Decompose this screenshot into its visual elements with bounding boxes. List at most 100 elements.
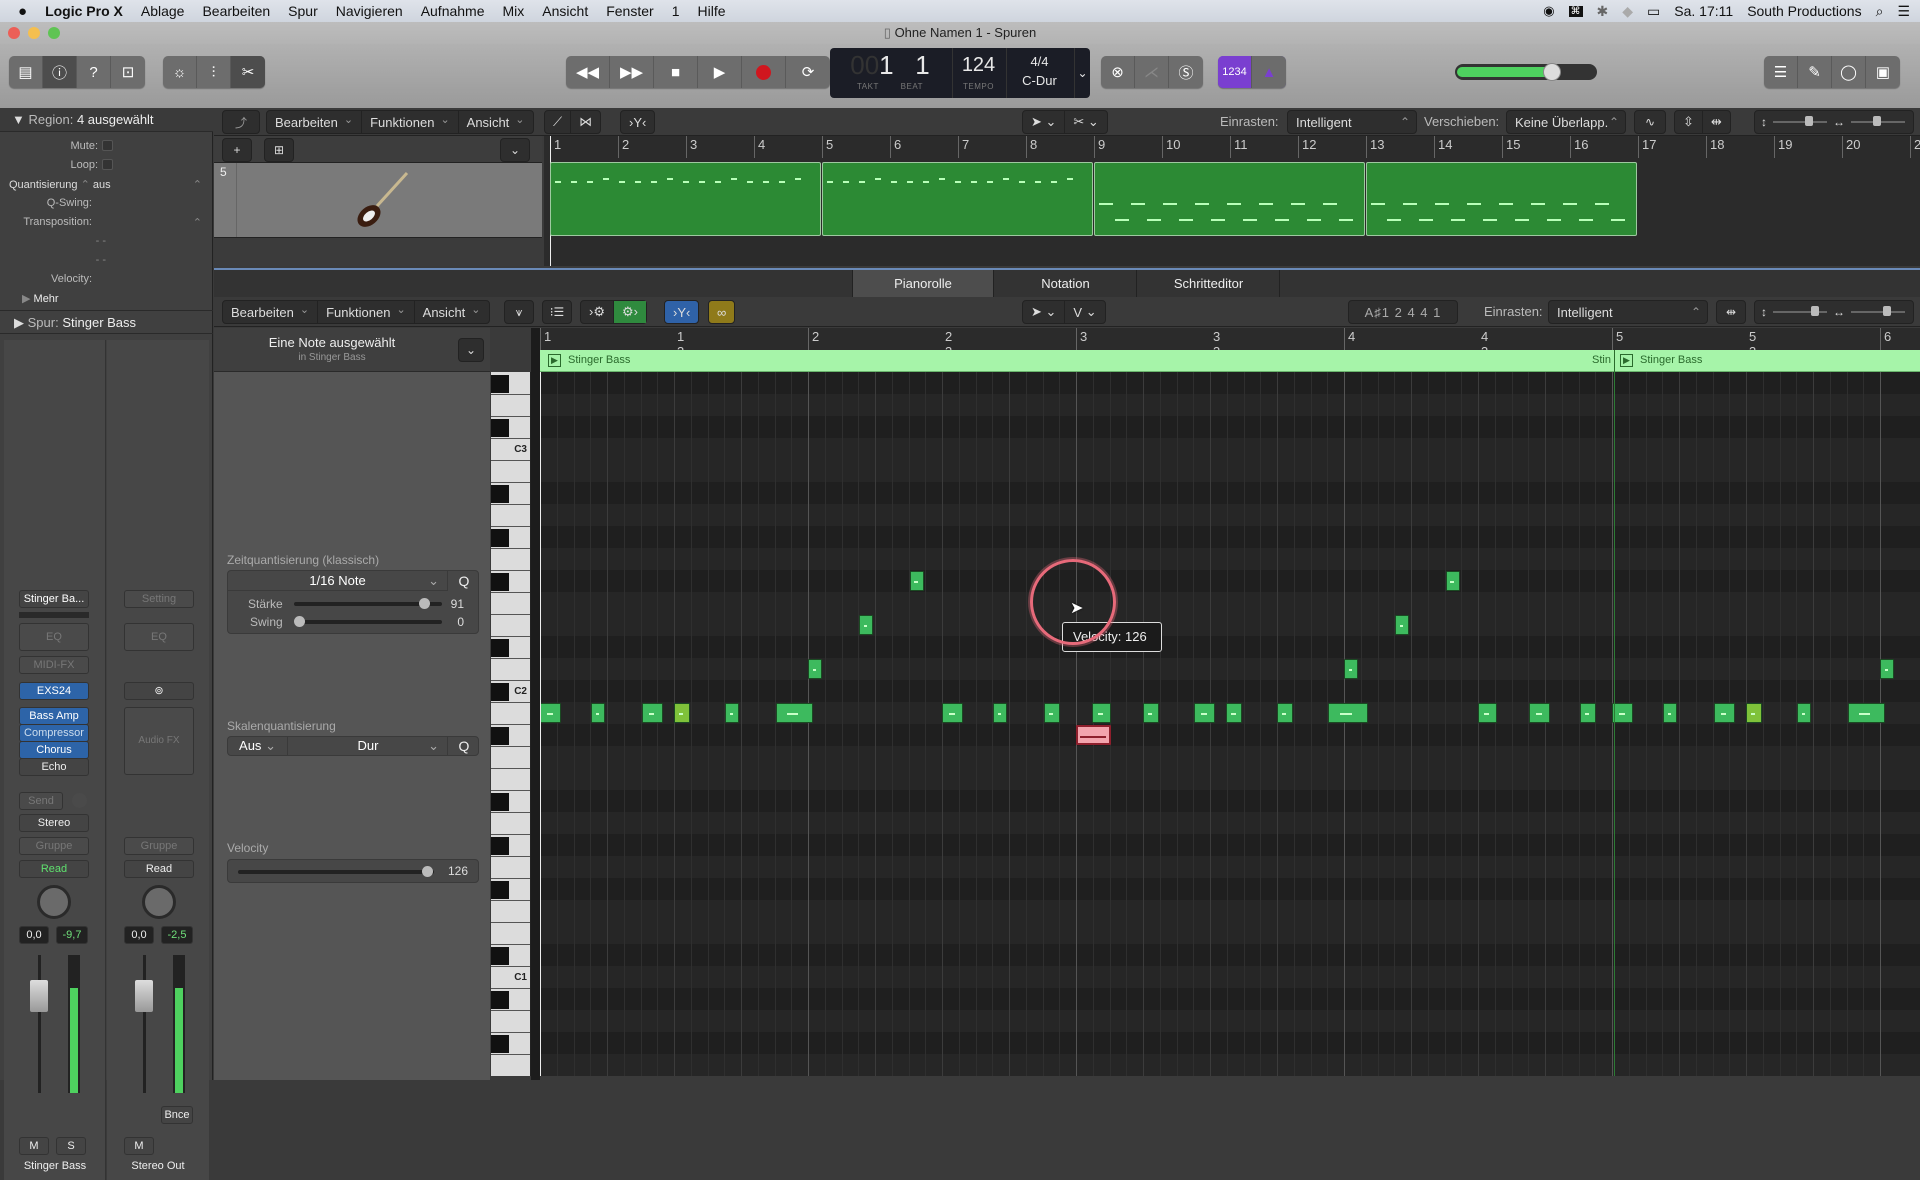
mute-checkbox[interactable] [102,140,113,151]
forward-button[interactable]: ▶▶ [610,56,654,88]
midi-note[interactable] [1662,703,1677,723]
midi-out-button[interactable]: ⚙› [613,301,646,323]
midi-note[interactable] [1092,703,1111,723]
peak-readout[interactable]: -9,7 [56,926,88,944]
play-button[interactable]: ▶ [698,56,742,88]
ruler-bar-10[interactable]: 10 [1162,136,1180,158]
inspector-button[interactable]: ⓘ [43,56,77,88]
menu-funktionen[interactable]: Funktionen [318,301,415,323]
menu-fenster[interactable]: Fenster [597,3,662,19]
ruler-bar-17[interactable]: 17 [1638,136,1656,158]
midi-note[interactable] [724,703,739,723]
smart-controls-button[interactable]: ☼ [163,56,197,88]
midi-region[interactable] [822,162,1093,236]
collapse-button[interactable]: ⩛ [504,300,534,324]
vpn-icon[interactable]: ◆ [1622,3,1633,20]
channel-name[interactable]: Stereo Out [107,1160,209,1172]
link-button[interactable]: ∞ [708,300,736,324]
menu-hilfe[interactable]: Hilfe [688,3,734,19]
midi-note[interactable] [1143,703,1160,723]
balance-knob[interactable] [142,885,176,919]
tab-pianorolle[interactable]: Pianorolle [852,270,994,297]
position-display[interactable]: 001 1 TAKT BEAT [830,48,950,98]
audio-fx-slot-3[interactable]: Chorus [19,741,89,759]
transposition-row[interactable]: Transposition: ⌃ [0,216,210,229]
automation-mode[interactable]: Read [19,860,89,878]
midi-note[interactable] [1478,703,1497,723]
group-slot[interactable]: Gruppe [19,837,89,855]
ruler-mark[interactable]: 3 [1076,328,1087,350]
quantize-button[interactable]: Q [449,571,479,591]
menu-ansicht[interactable]: Ansicht [533,3,597,19]
toolbar-toggle-button[interactable]: ⊡ [111,56,145,88]
black-key[interactable] [491,991,509,1009]
black-key[interactable] [491,793,509,811]
pan-knob[interactable] [37,885,71,919]
midi-region[interactable] [1366,162,1637,236]
midi-note[interactable] [942,703,964,723]
ruler-bar-19[interactable]: 19 [1774,136,1792,158]
zoom-sliders[interactable]: ↕ ↔ [1754,300,1914,324]
ruler-mark[interactable]: 6 [1880,328,1891,350]
tempo-display[interactable]: 124 TEMPO [952,48,1004,98]
region-play-icon[interactable]: ▶ [1620,354,1633,367]
waveform-zoom-button[interactable]: ∿ [1634,110,1666,134]
signature-display[interactable]: 4/4 C-Dur [1006,48,1072,98]
airplay-icon[interactable]: ▭ [1647,3,1660,20]
midi-note[interactable] [1193,703,1216,723]
midi-note[interactable] [992,703,1007,723]
midi-note[interactable] [909,571,924,591]
velocity-slider-knob[interactable] [421,866,433,877]
black-key[interactable] [491,419,509,437]
menu-navigieren[interactable]: Navigieren [327,3,412,19]
midi-in-button[interactable]: ›⚙ [581,301,614,323]
audio-fx-slot[interactable]: Audio FX [124,707,194,775]
menu-ansicht[interactable]: Ansicht [459,111,533,133]
ruler-bar-7[interactable]: 7 [958,136,969,158]
notification-center-icon[interactable]: ☰ [1897,3,1910,20]
midi-note[interactable] [1394,615,1409,635]
right-tool-menu[interactable]: V ⌄ [1065,301,1104,323]
black-key[interactable] [491,375,509,393]
menu-app[interactable]: Logic Pro X [36,3,132,19]
black-key[interactable] [491,573,509,591]
black-key[interactable] [491,727,509,745]
eq-slot[interactable]: EQ [19,623,89,651]
drag-select[interactable]: Keine Überlapp. ⌃ [1506,110,1626,134]
ruler-bar-8[interactable]: 8 [1026,136,1037,158]
swing-slider[interactable] [294,616,442,627]
menu-aufnahme[interactable]: Aufnahme [412,3,494,19]
setting-button[interactable]: Setting [124,590,194,608]
vertical-fit-button[interactable]: ⇳ [1675,111,1703,133]
midi-note[interactable] [1746,703,1763,723]
ruler-bar-6[interactable]: 6 [890,136,901,158]
rewind-button[interactable]: ◀◀ [566,56,610,88]
right-tool-menu[interactable]: ✂ ⌄ [1065,111,1106,133]
black-key[interactable] [491,529,509,547]
ruler-bar-2[interactable]: 2 [618,136,629,158]
horizontal-fit-button[interactable]: ⇹ [1716,300,1746,324]
volume-fader-handle[interactable] [135,980,153,1012]
menu-bearbeiten[interactable]: Bearbeiten [223,301,319,323]
replace-button[interactable]: ⊗ [1101,56,1135,88]
group-slot[interactable]: Gruppe [124,837,194,855]
solo-button[interactable]: S [56,1137,86,1155]
notepad-button[interactable]: ✎ [1798,56,1832,88]
menu-bearbeiten[interactable]: Bearbeiten [193,3,279,19]
velocity-slider[interactable] [238,866,434,877]
ruler-bar-13[interactable]: 13 [1366,136,1384,158]
strength-slider-knob[interactable] [418,598,430,609]
midi-note[interactable] [1579,703,1596,723]
strength-slider[interactable] [294,598,442,609]
volume-readout[interactable]: 0,0 [19,926,49,944]
midi-note[interactable] [674,703,691,723]
track-header[interactable]: ▶ Spur: Stinger Bass [0,310,213,334]
midi-fx-slot[interactable]: MIDI-FX [19,656,89,674]
midi-note[interactable] [1796,703,1811,723]
menu-ansicht[interactable]: Ansicht [415,301,489,323]
automation-button[interactable]: ⟋ [545,111,572,133]
count-in-button[interactable]: 1234 [1218,56,1252,88]
user-name[interactable]: South Productions [1747,3,1861,19]
clock[interactable]: Sa. 17:11 [1674,3,1733,19]
inspector-options-button[interactable]: ⌄ [458,338,484,362]
